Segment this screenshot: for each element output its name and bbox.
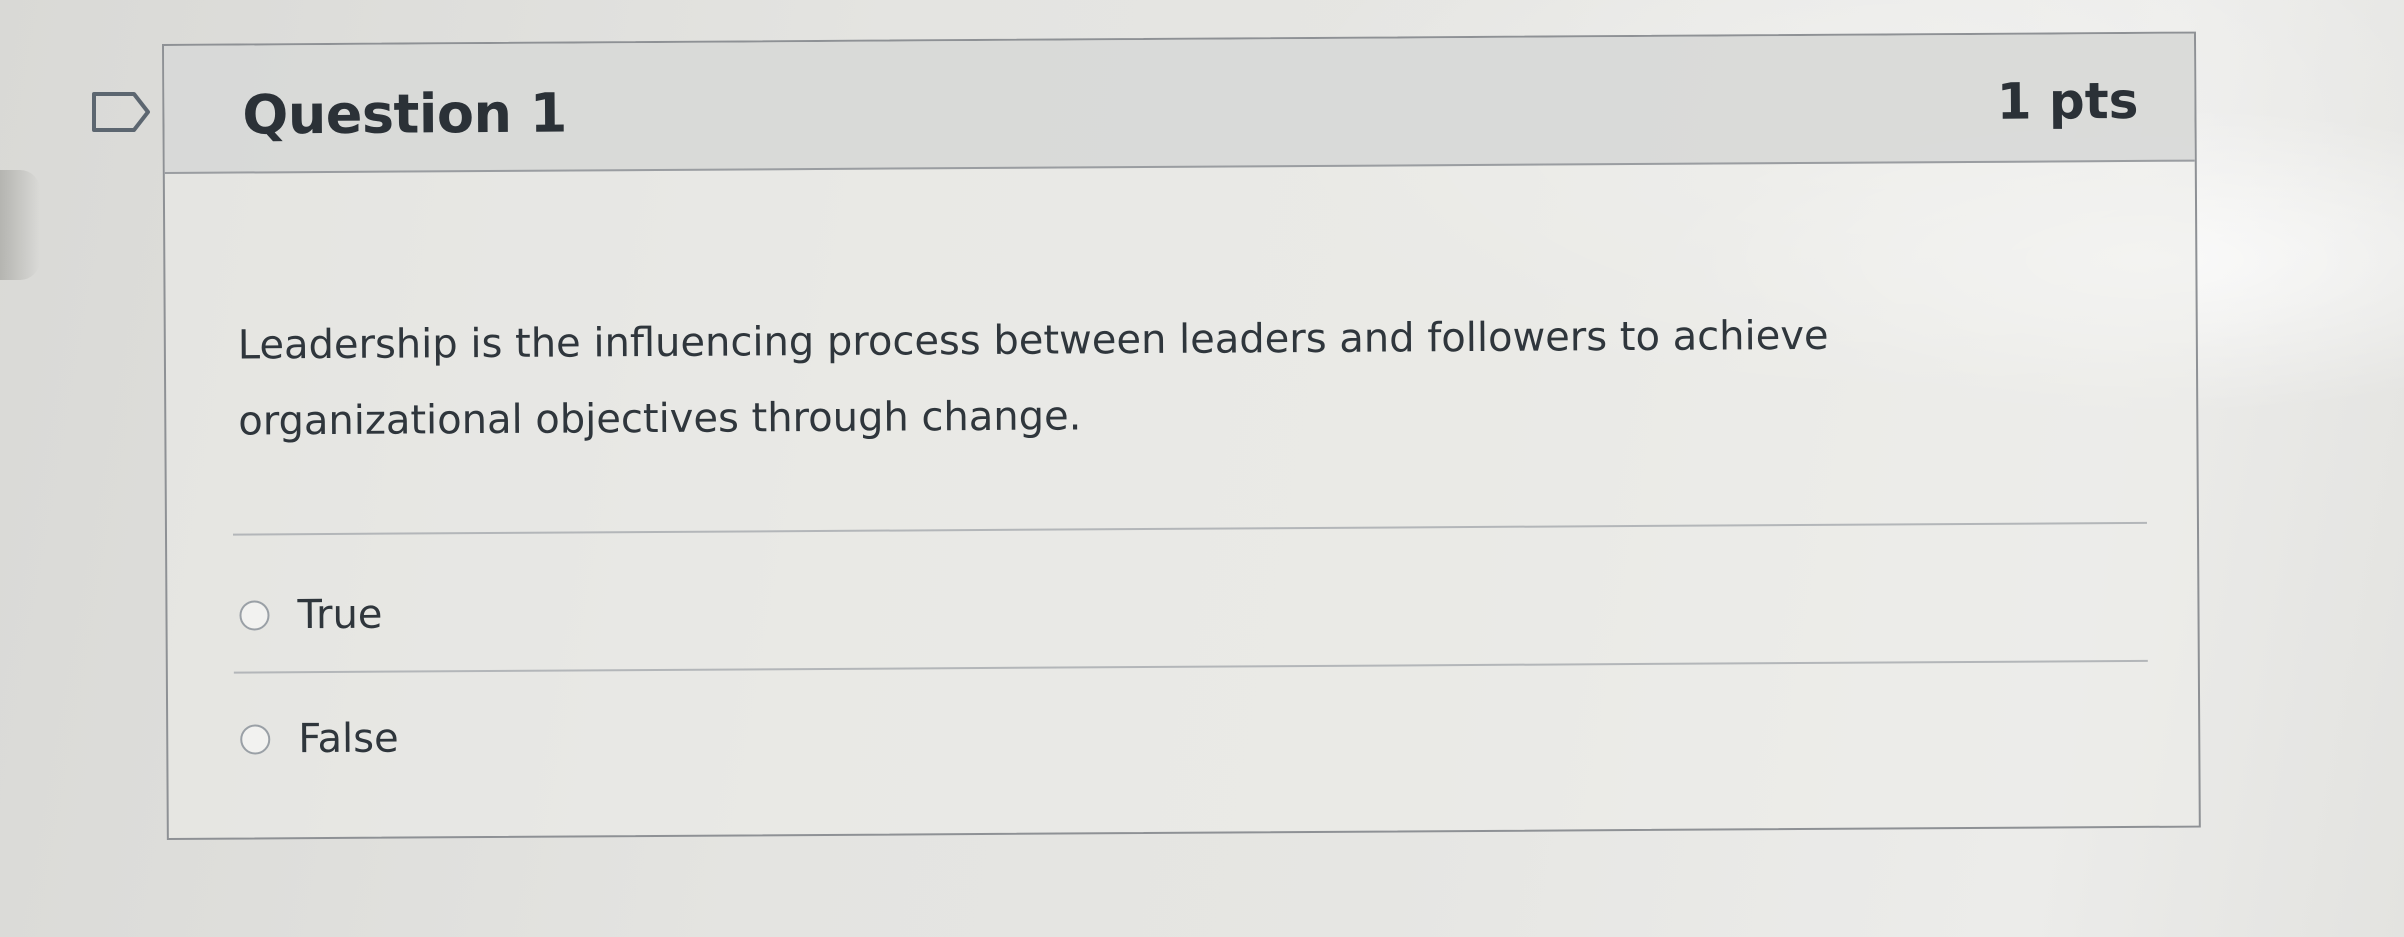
question-text-line-2: organizational objectives through change… [238,393,1082,445]
answer-label-false: False [298,715,399,763]
question-title: Question 1 [242,81,567,147]
question-text-line-1: Leadership is the influencing process be… [237,312,1829,369]
answer-label-true: True [297,591,383,639]
background-shadow [0,170,40,280]
flag-question-icon[interactable] [90,90,154,134]
question-text: Leadership is the influencing process be… [238,297,2039,460]
answer-option-true[interactable]: True [239,585,383,646]
question-header: Question 1 1 pts [164,33,2195,174]
answer-option-false[interactable]: False [240,709,399,770]
answer-divider [232,521,2147,536]
radio-button-true[interactable] [239,600,270,631]
question-card: Question 1 1 pts Leadership is the influ… [162,31,2201,840]
radio-button-false[interactable] [240,724,271,755]
question-points: 1 pts [1996,71,2139,131]
answer-divider [233,659,2148,674]
